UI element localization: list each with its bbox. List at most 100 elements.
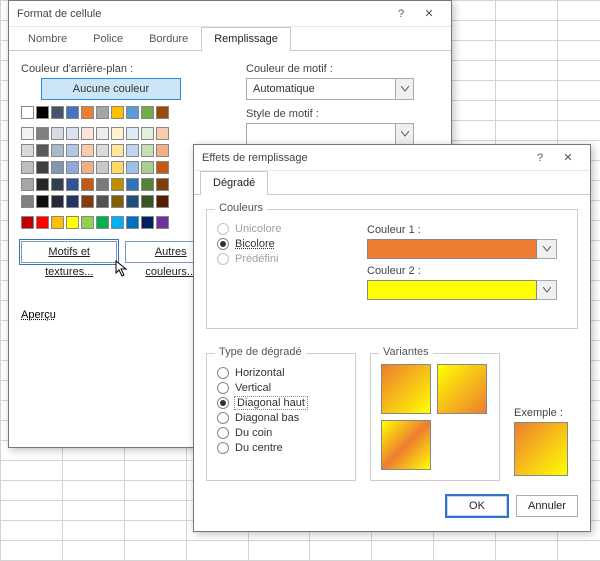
color-swatch[interactable] xyxy=(111,106,124,119)
color-swatch[interactable] xyxy=(141,161,154,174)
color-swatch[interactable] xyxy=(126,127,139,140)
color-swatch[interactable] xyxy=(21,178,34,191)
color-swatch[interactable] xyxy=(141,216,154,229)
color-swatch[interactable] xyxy=(96,106,109,119)
color-swatch[interactable] xyxy=(96,127,109,140)
variant-2[interactable] xyxy=(437,364,487,414)
color-swatch[interactable] xyxy=(156,161,169,174)
color-swatch[interactable] xyxy=(51,178,64,191)
color-swatch[interactable] xyxy=(81,127,94,140)
color-swatch[interactable] xyxy=(126,106,139,119)
radio-diagonal-bas[interactable]: Diagonal bas xyxy=(217,412,345,424)
color-swatch[interactable] xyxy=(51,106,64,119)
color-swatch[interactable] xyxy=(141,195,154,208)
color-swatch[interactable] xyxy=(36,106,49,119)
color-swatch[interactable] xyxy=(156,178,169,191)
close-button[interactable]: ✕ xyxy=(554,151,582,164)
ok-button[interactable]: OK xyxy=(446,495,508,517)
color-swatch[interactable] xyxy=(21,127,34,140)
color-swatch[interactable] xyxy=(96,216,109,229)
color-swatch[interactable] xyxy=(81,161,94,174)
tab-degrade[interactable]: Dégradé xyxy=(200,171,268,195)
color-swatch[interactable] xyxy=(111,127,124,140)
tab-police[interactable]: Police xyxy=(80,27,136,51)
color-swatch[interactable] xyxy=(21,216,34,229)
radio-du-centre[interactable]: Du centre xyxy=(217,442,345,454)
color-swatch[interactable] xyxy=(111,195,124,208)
color-swatch[interactable] xyxy=(81,144,94,157)
color-swatch[interactable] xyxy=(111,161,124,174)
color-swatch[interactable] xyxy=(156,195,169,208)
pattern-style-combo[interactable] xyxy=(246,123,414,145)
radio-du-coin[interactable]: Du coin xyxy=(217,427,345,439)
color-swatch[interactable] xyxy=(141,106,154,119)
color-swatch[interactable] xyxy=(51,195,64,208)
color-swatch[interactable] xyxy=(66,106,79,119)
color-swatch[interactable] xyxy=(36,178,49,191)
color-swatch[interactable] xyxy=(126,144,139,157)
close-button[interactable]: ✕ xyxy=(415,7,443,20)
color-swatch[interactable] xyxy=(126,195,139,208)
radio-diagonal-haut[interactable]: Diagonal haut xyxy=(217,397,345,409)
tab-remplissage[interactable]: Remplissage xyxy=(201,27,291,51)
color-swatch[interactable] xyxy=(96,144,109,157)
color-swatch[interactable] xyxy=(51,161,64,174)
color-swatch[interactable] xyxy=(156,106,169,119)
color-swatch[interactable] xyxy=(81,106,94,119)
color-swatch[interactable] xyxy=(36,144,49,157)
color-swatch[interactable] xyxy=(156,144,169,157)
pattern-color-combo[interactable]: Automatique xyxy=(246,78,414,100)
no-color-button[interactable]: Aucune couleur xyxy=(41,78,181,100)
colors-group-title: Couleurs xyxy=(215,202,267,214)
color-swatch[interactable] xyxy=(156,127,169,140)
color-swatch[interactable] xyxy=(66,127,79,140)
color-swatch[interactable] xyxy=(111,144,124,157)
color-swatch[interactable] xyxy=(156,216,169,229)
color-swatch[interactable] xyxy=(81,216,94,229)
radio-vertical[interactable]: Vertical xyxy=(217,382,345,394)
color-swatch[interactable] xyxy=(51,144,64,157)
color-swatch[interactable] xyxy=(66,161,79,174)
help-button[interactable]: ? xyxy=(387,8,415,20)
example-preview xyxy=(514,422,568,476)
color-swatch[interactable] xyxy=(141,127,154,140)
color-swatch[interactable] xyxy=(21,106,34,119)
color-swatch[interactable] xyxy=(96,178,109,191)
color2-combo[interactable] xyxy=(367,280,557,300)
color-swatch[interactable] xyxy=(126,216,139,229)
color-swatch[interactable] xyxy=(141,178,154,191)
radio-horizontal[interactable]: Horizontal xyxy=(217,367,345,379)
color-swatch[interactable] xyxy=(141,144,154,157)
tab-nombre[interactable]: Nombre xyxy=(15,27,80,51)
color-swatch[interactable] xyxy=(21,161,34,174)
tab-bordure[interactable]: Bordure xyxy=(136,27,201,51)
fill-effects-button[interactable]: Motifs et textures... xyxy=(21,241,117,263)
color-swatch[interactable] xyxy=(36,216,49,229)
color-swatch[interactable] xyxy=(36,195,49,208)
variant-3[interactable] xyxy=(381,420,431,470)
color-swatch[interactable] xyxy=(81,178,94,191)
color-swatch[interactable] xyxy=(126,178,139,191)
color1-combo[interactable] xyxy=(367,239,557,259)
color-swatch[interactable] xyxy=(81,195,94,208)
color-swatch[interactable] xyxy=(66,178,79,191)
color-swatch[interactable] xyxy=(51,127,64,140)
color-swatch[interactable] xyxy=(66,195,79,208)
radio-bicolore[interactable]: Bicolore xyxy=(217,238,337,250)
color-swatch[interactable] xyxy=(111,178,124,191)
color-swatch[interactable] xyxy=(66,216,79,229)
color-swatch[interactable] xyxy=(51,216,64,229)
color-swatch[interactable] xyxy=(21,144,34,157)
color-swatch[interactable] xyxy=(126,161,139,174)
color-swatch[interactable] xyxy=(36,127,49,140)
color-swatch[interactable] xyxy=(111,216,124,229)
color-swatch[interactable] xyxy=(21,195,34,208)
cancel-button[interactable]: Annuler xyxy=(516,495,578,517)
help-button[interactable]: ? xyxy=(526,152,554,164)
color-swatch[interactable] xyxy=(96,161,109,174)
color-swatch[interactable] xyxy=(66,144,79,157)
variant-1[interactable] xyxy=(381,364,431,414)
color-swatch[interactable] xyxy=(96,195,109,208)
color-swatch[interactable] xyxy=(36,161,49,174)
chevron-down-icon xyxy=(537,280,557,300)
